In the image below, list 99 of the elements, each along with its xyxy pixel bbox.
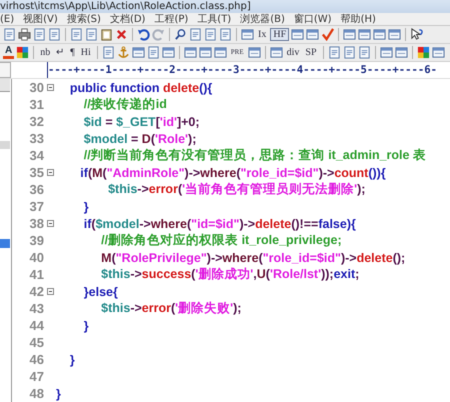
code-line: //判断当前角色有没有管理员，思路：查询 it_admin_role 表 xyxy=(82,147,426,164)
search-icon[interactable] xyxy=(174,28,187,41)
window-icon[interactable] xyxy=(214,46,227,59)
window-icon[interactable] xyxy=(162,46,175,59)
page-icon[interactable] xyxy=(146,46,160,59)
menu-item[interactable]: 搜索(S) xyxy=(66,13,101,25)
ruler: ----+----1----+----2----+----3----+----4----+----5----+----6- xyxy=(47,62,438,78)
window-icon[interactable] xyxy=(380,46,393,59)
line-number: 34 xyxy=(28,148,44,163)
code-line: if($model->where("id=$id")->delete()!==false){ xyxy=(82,216,356,230)
page-icon[interactable] xyxy=(70,28,83,41)
toolbar-button[interactable]: Hi xyxy=(78,46,93,59)
code-line: } xyxy=(68,352,75,366)
window-icon[interactable] xyxy=(388,28,402,41)
line-number: 36 xyxy=(28,182,44,197)
window-title: virhost\itcms\App\Lib\Action\RoleAction.class.php] xyxy=(0,0,450,13)
code-line: M("RolePrivilege")->where("role_id=$id")->delete(); xyxy=(100,250,406,264)
window-icon[interactable] xyxy=(373,28,386,41)
line-number: 35 xyxy=(28,165,44,180)
page-icon[interactable] xyxy=(33,28,46,41)
fold-icon[interactable] xyxy=(46,84,54,91)
page-icon[interactable] xyxy=(219,28,232,41)
window-icon[interactable] xyxy=(358,28,372,41)
code-line: if(M("AdminRole")->where("role_id=$id")->count()){ xyxy=(79,166,386,180)
menu-item[interactable]: 帮助(H) xyxy=(340,13,376,25)
pointer-help-icon[interactable] xyxy=(410,28,424,41)
menu-item[interactable]: 工程(P) xyxy=(154,13,188,25)
page-icon[interactable] xyxy=(342,46,356,59)
fold-icon[interactable] xyxy=(46,220,54,227)
window-icon[interactable] xyxy=(132,46,145,59)
line-number: 30 xyxy=(28,80,44,95)
toolbar-button[interactable]: SP xyxy=(303,46,319,59)
page-icon[interactable] xyxy=(328,46,341,59)
anchor-icon[interactable] xyxy=(116,46,130,59)
toolbar-button[interactable]: ↵ xyxy=(54,46,66,59)
page-icon[interactable] xyxy=(204,28,217,41)
toolbar-button[interactable]: HF xyxy=(270,28,290,41)
line-number: 33 xyxy=(28,131,44,146)
line-number: 40 xyxy=(28,250,44,265)
page-icon[interactable] xyxy=(102,46,115,59)
line-number: 47 xyxy=(28,369,44,384)
menu-item[interactable]: 视图(V) xyxy=(23,13,58,25)
code-line: $this->success('删除成功',U('Role/lst'));exit; xyxy=(100,266,360,283)
code-line: //删除角色对应的权限表 it_role_privilege; xyxy=(100,232,342,249)
window-icon[interactable] xyxy=(394,46,408,59)
cross-icon[interactable] xyxy=(115,28,128,41)
checkmark-icon[interactable] xyxy=(321,28,334,41)
line-number: 42 xyxy=(28,284,44,299)
toolbar-button[interactable]: ¶ xyxy=(68,46,77,59)
toolbar-button[interactable]: Ix xyxy=(256,28,268,41)
code-line: }else{ xyxy=(82,284,118,298)
printer-icon[interactable] xyxy=(18,28,31,41)
window-icon[interactable] xyxy=(241,28,254,41)
line-number: 45 xyxy=(28,335,44,350)
line-number: 32 xyxy=(28,114,44,129)
code-line: $id = $_GET['id']+0; xyxy=(82,114,200,128)
window-icon[interactable] xyxy=(343,28,356,41)
undo-icon[interactable] xyxy=(137,28,150,41)
window-icon[interactable] xyxy=(432,46,445,59)
toolbar-button[interactable]: A xyxy=(3,46,14,59)
page-icon[interactable] xyxy=(48,28,61,41)
menu-item[interactable]: 工具(T) xyxy=(197,13,232,25)
code-line: $this->error('删除失败'); xyxy=(100,300,242,317)
line-number: 43 xyxy=(28,301,44,316)
code-line: } xyxy=(56,386,61,400)
code-line: //接收传递的id xyxy=(82,96,167,113)
code-line: } xyxy=(82,318,89,332)
menu-item[interactable]: 窗口(W) xyxy=(294,13,332,25)
page-icon[interactable] xyxy=(358,46,371,59)
window-icon[interactable] xyxy=(291,28,304,41)
toolbar-button[interactable]: nb xyxy=(38,46,52,59)
page-icon[interactable] xyxy=(85,28,98,41)
code-line: public function delete(){ xyxy=(68,80,212,94)
line-number: 37 xyxy=(28,199,44,214)
window-icon[interactable] xyxy=(248,46,261,59)
window-icon[interactable] xyxy=(306,28,320,41)
window-icon[interactable] xyxy=(184,46,197,59)
code-line: $model = D('Role'); xyxy=(82,132,196,146)
line-number: 48 xyxy=(28,386,44,401)
line-number: 31 xyxy=(28,97,44,112)
window-icon[interactable] xyxy=(270,46,283,59)
line-number: 44 xyxy=(28,318,44,333)
line-number: 41 xyxy=(28,267,44,282)
line-number: 38 xyxy=(28,216,44,231)
color-grid-icon[interactable] xyxy=(416,46,430,59)
fold-icon[interactable] xyxy=(46,169,54,176)
code-line: $this->error('当前角色有管理员则无法删除'); xyxy=(107,181,366,198)
page-icon[interactable] xyxy=(3,28,16,41)
menu-item[interactable]: 浏览器(B) xyxy=(240,13,285,25)
menu-item[interactable]: 文档(D) xyxy=(110,13,146,25)
code-line: } xyxy=(82,200,89,214)
page-icon[interactable] xyxy=(189,28,202,41)
fold-icon[interactable] xyxy=(46,288,54,295)
color-grid-icon[interactable] xyxy=(16,46,30,59)
window-icon[interactable] xyxy=(198,46,212,59)
line-number: 39 xyxy=(28,233,44,248)
line-number: 46 xyxy=(28,352,44,367)
menu-item[interactable]: (E) xyxy=(0,13,14,25)
toolbar-button[interactable]: div xyxy=(284,46,302,59)
